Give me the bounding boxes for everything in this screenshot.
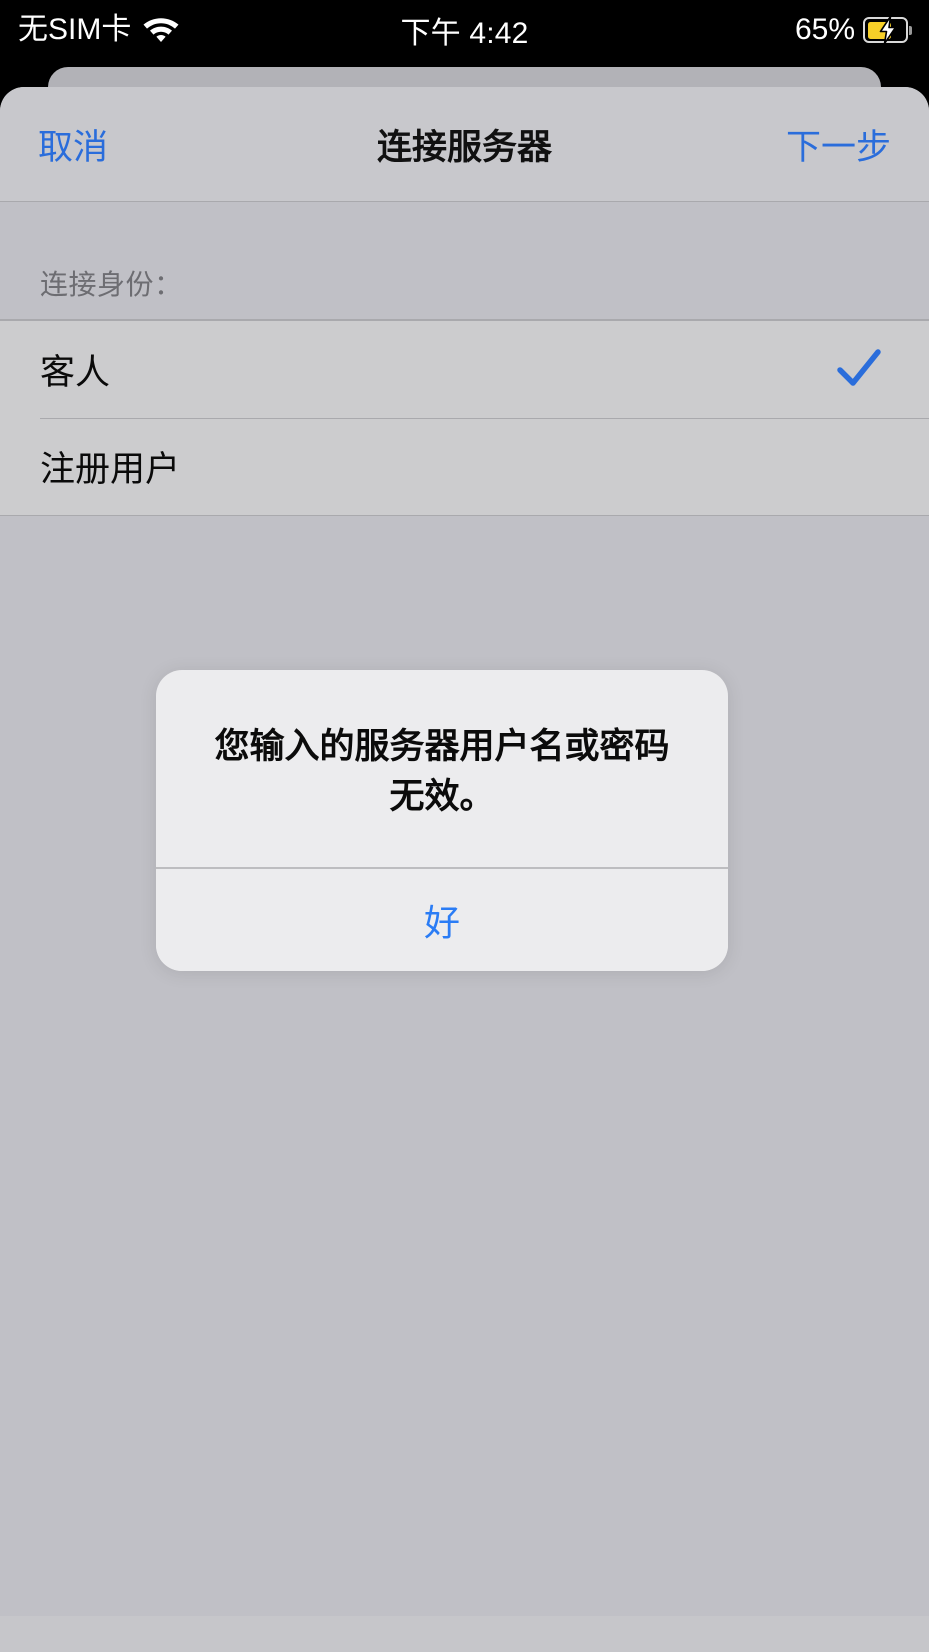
battery-icon (863, 15, 912, 45)
connect-server-sheet: 取消 连接服务器 下一步 连接身份： 客人 注册用户 您输入的服务器用户名或密码… (0, 87, 929, 1652)
battery-percentage-label: 65% (794, 13, 855, 46)
clock-label: 下午 4:42 (400, 17, 529, 50)
status-bar-center: 下午 4:42 (0, 0, 929, 60)
iphone-screen: 取消 连接服务器 下一步 连接身份： 客人 注册用户 您输入的服务器用户名或密码… (0, 0, 929, 1652)
invalid-credentials-alert: 您输入的服务器用户名或密码无效。 好 (156, 670, 728, 971)
alert-body: 您输入的服务器用户名或密码无效。 (156, 670, 728, 867)
alert-message: 您输入的服务器用户名或密码无效。 (214, 727, 670, 816)
alert-ok-button[interactable]: 好 (156, 868, 728, 971)
charging-bolt-icon (877, 15, 899, 45)
status-bar-right: 65% (795, 0, 912, 60)
alert-overlay: 您输入的服务器用户名或密码无效。 好 (0, 87, 929, 1652)
status-bar: 无SIM卡 下午 4:42 65% (0, 0, 929, 60)
alert-actions: 好 (156, 868, 728, 971)
